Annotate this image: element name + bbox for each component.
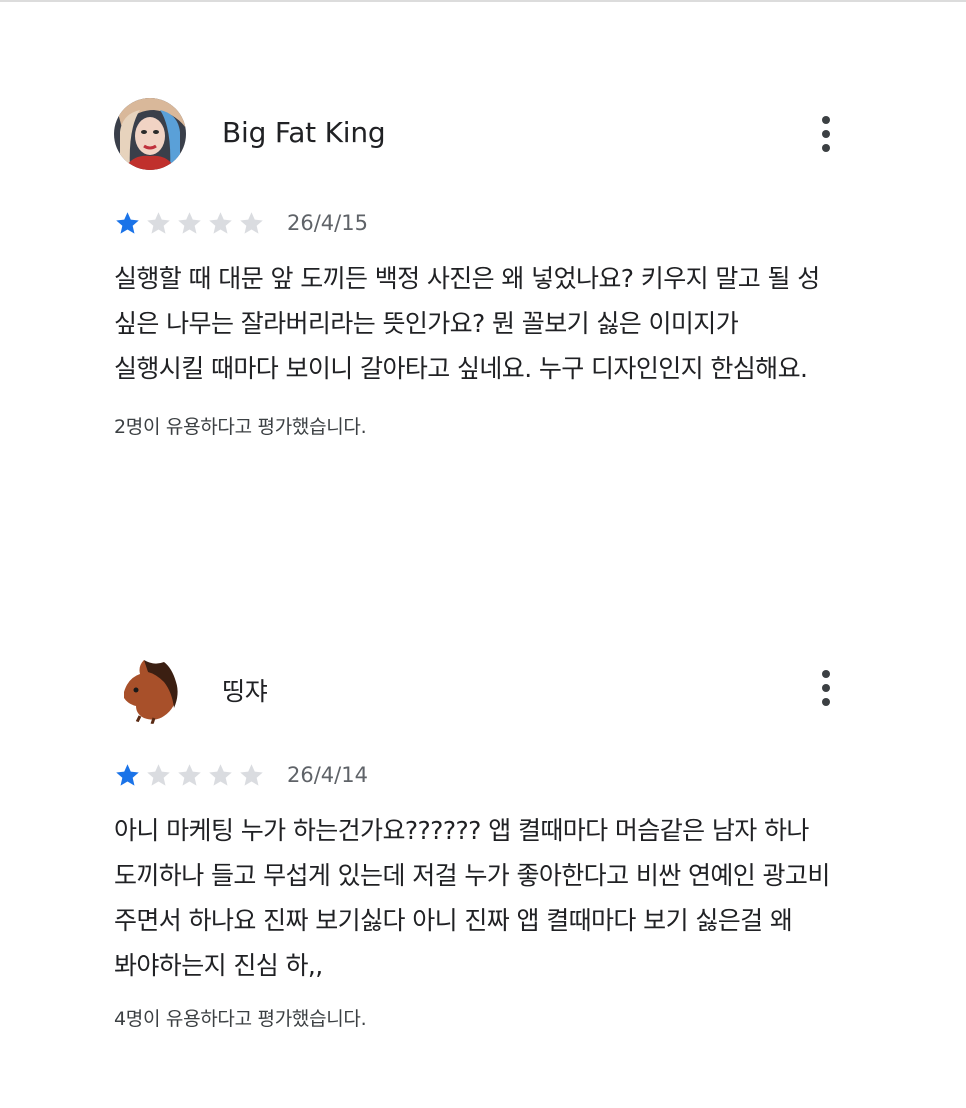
review-text-line: 싶은 나무는 잘라버리라는 뜻인가요? 뭔 꼴보기 싫은 이미지가 xyxy=(114,309,739,338)
review-text-line: 아니 마케팅 누가 하는건가요?????? 앱 켤때마다 머슴같은 남자 하나 xyxy=(114,816,809,845)
more-vert-icon-dot xyxy=(822,130,830,138)
review-author-name: 띵쟈 xyxy=(222,677,268,706)
review-date: 26/4/15 xyxy=(287,211,368,235)
review-header: Big Fat King xyxy=(0,96,966,176)
more-options-button[interactable] xyxy=(808,110,844,158)
horse-avatar-icon xyxy=(114,652,186,724)
star-empty-icon xyxy=(209,211,232,234)
rating-row: 26/4/14 xyxy=(114,760,368,790)
star-empty-icon xyxy=(178,211,201,234)
review-date: 26/4/14 xyxy=(287,763,368,787)
star-empty-icon xyxy=(209,763,232,786)
star-empty-icon xyxy=(178,763,201,786)
avatar[interactable] xyxy=(114,98,186,170)
more-options-button[interactable] xyxy=(808,664,844,712)
review-text-line: 실행할 때 대문 앞 도끼든 백정 사진은 왜 넣었나요? 키우지 말고 될 성 xyxy=(114,264,820,293)
profile-photo-avatar-icon xyxy=(114,98,186,170)
avatar[interactable] xyxy=(114,652,186,724)
more-vert-icon-dot xyxy=(822,144,830,152)
star-empty-icon xyxy=(147,763,170,786)
star-filled-icon xyxy=(116,763,139,786)
review-text-line: 도끼하나 들고 무섭게 있는데 저걸 누가 좋아한다고 비싼 연예인 광고비 xyxy=(114,861,830,890)
more-vert-icon xyxy=(822,670,830,678)
helpful-count: 2명이 유용하다고 평가했습니다. xyxy=(114,416,367,438)
helpful-count: 4명이 유용하다고 평가했습니다. xyxy=(114,1008,367,1030)
review-text-line: 실행시킬 때마다 보이니 갈아타고 싶네요. 누구 디자인인지 한심해요. xyxy=(114,354,808,383)
top-divider xyxy=(0,0,966,2)
review-text: 아니 마케팅 누가 하는건가요?????? 앱 켤때마다 머슴같은 남자 하나도… xyxy=(114,808,874,988)
review-author-name: Big Fat King xyxy=(222,116,386,149)
review-card: Big Fat King 26/4/15 실행할 때 대문 앞 도끼든 백정 사… xyxy=(0,96,966,438)
star-rating xyxy=(114,762,265,789)
review-text-line: 봐야하는지 진심 하,, xyxy=(114,951,323,980)
star-empty-icon xyxy=(240,763,263,786)
more-vert-icon-dot xyxy=(822,684,830,692)
review-text-line: 주면서 하나요 진짜 보기싫다 아니 진짜 앱 켤때마다 보기 싫은걸 왜 xyxy=(114,906,793,935)
review-text: 실행할 때 대문 앞 도끼든 백정 사진은 왜 넣었나요? 키우지 말고 될 성… xyxy=(114,256,874,391)
more-vert-icon-dot xyxy=(822,698,830,706)
star-filled-icon xyxy=(116,211,139,234)
star-empty-icon xyxy=(240,211,263,234)
review-header: 띵쟈 xyxy=(0,650,966,730)
star-empty-icon xyxy=(147,211,170,234)
rating-row: 26/4/15 xyxy=(114,208,368,238)
review-card: 띵쟈 26/4/14 아니 마케팅 누가 하는건가요?????? 앱 켤때마다 … xyxy=(0,650,966,1030)
star-rating xyxy=(114,210,265,237)
more-vert-icon xyxy=(822,116,830,124)
